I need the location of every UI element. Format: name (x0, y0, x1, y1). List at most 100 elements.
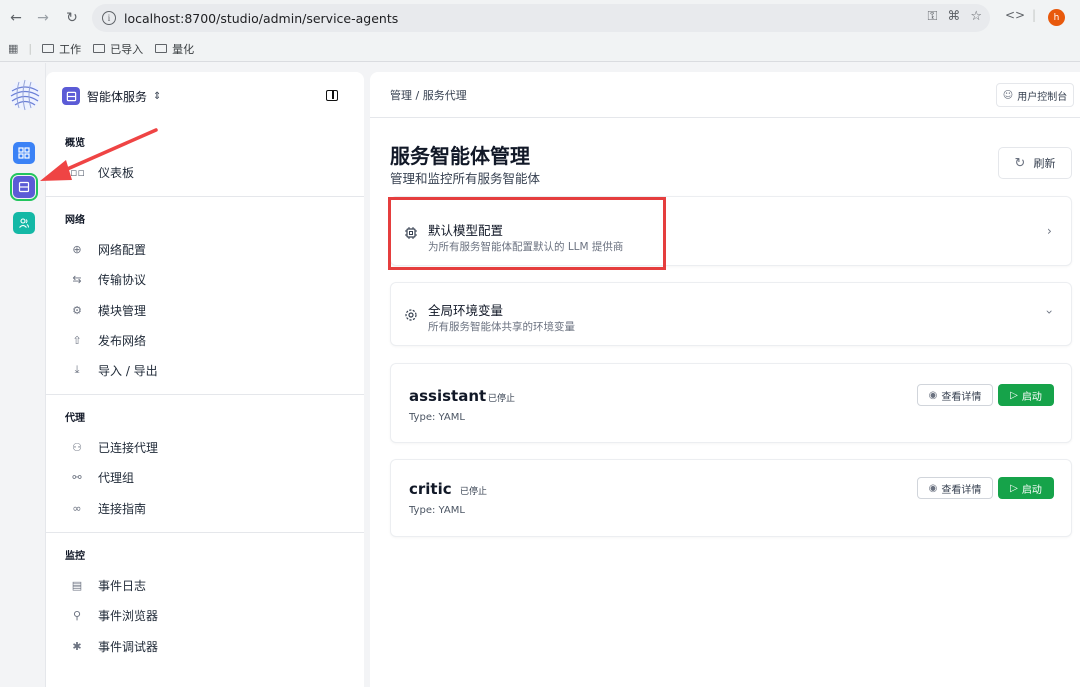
sidebar-item-label: 事件日志 (98, 578, 147, 593)
breadcrumb: 管理 / 服务代理 (390, 88, 467, 102)
folder-icon (93, 44, 106, 53)
sidebar-item-network-config[interactable]: ⊕ 网络配置 (46, 234, 364, 264)
sidebar-item-dashboard[interactable]: ▫▫ 仪表板 (46, 157, 364, 187)
sidebar-item-event-log[interactable]: ▤ 事件日志 (46, 570, 364, 600)
agent-name: assistant (409, 387, 487, 405)
sidebar-item-event-debugger[interactable]: ✱ 事件调试器 (46, 631, 364, 661)
globe-icon: ⊕ (72, 242, 82, 256)
user-console-button[interactable]: ☺ 用户控制台 (996, 83, 1074, 107)
card-description: 所有服务智能体共享的环境变量 (428, 321, 575, 333)
rail-users-button[interactable] (13, 212, 35, 234)
refresh-icon: ↻ (1014, 155, 1026, 171)
sidebar-divider (46, 196, 364, 197)
translate-icon[interactable]: ⌘ (947, 9, 960, 24)
eye-icon: ◉ (928, 389, 938, 401)
sidebar-item-modules[interactable]: ⚙ 模块管理 (46, 295, 364, 325)
url-text: localhost:8700/studio/admin/service-agen… (124, 10, 399, 26)
user-console-label: 用户控制台 (1017, 91, 1068, 103)
back-icon[interactable]: ← (4, 6, 28, 30)
chevron-down-icon[interactable]: › (1042, 310, 1056, 315)
play-icon: ▷ (1010, 389, 1018, 401)
sidebar-item-transport[interactable]: ⇆ 传输协议 (46, 264, 364, 294)
site-info-icon[interactable]: i (102, 11, 116, 25)
agent-type: Type: YAML (409, 412, 465, 423)
start-button[interactable]: ▷ 启动 (998, 384, 1054, 406)
group-icon: ⚯ (72, 470, 82, 484)
view-details-label: 查看详情 (941, 484, 982, 496)
gear-icon (405, 309, 417, 321)
bookmark-separator: | (28, 42, 33, 55)
section-title: 概览 (65, 138, 85, 149)
sidebar-item-label: 仪表板 (98, 165, 135, 180)
workspace-title: 智能体服务 (87, 89, 148, 104)
section-monitoring: 监控 (46, 547, 364, 562)
bug-icon: ✱ (72, 639, 82, 653)
sidebar-toggle-icon[interactable] (326, 90, 338, 101)
view-details-button[interactable]: ◉ 查看详情 (917, 384, 993, 406)
bookmark-star-icon[interactable]: ☆ (970, 9, 982, 24)
address-bar[interactable]: i localhost:8700/studio/admin/service-ag… (92, 4, 990, 32)
workspace-switcher[interactable]: 智能体服务 ⇕ (46, 72, 364, 120)
download-icon: ⤓ (74, 363, 80, 376)
apps-grid-icon[interactable]: ▦ (8, 42, 18, 55)
breadcrumb-bar: 管理 / 服务代理 ☺ 用户控制台 (370, 72, 1080, 118)
bookmarks-bar: ▦ | 工作 已导入 量化 (0, 36, 1080, 62)
section-agents: 代理 (46, 409, 364, 424)
extensions-code-icon[interactable]: <> (1005, 8, 1025, 22)
refresh-label: 刷新 (1033, 157, 1056, 170)
file-icon: ▤ (71, 578, 83, 592)
start-button[interactable]: ▷ 启动 (998, 477, 1054, 499)
sidebar-divider (46, 532, 364, 533)
page-subtitle: 管理和监控所有服务智能体 (390, 171, 541, 186)
sidebar-item-publish[interactable]: ⇧ 发布网络 (46, 325, 364, 355)
users-icon: ⚇ (72, 440, 82, 454)
sidebar-item-label: 模块管理 (98, 303, 147, 318)
sidebar-item-connection-guide[interactable]: ∞ 连接指南 (46, 493, 364, 523)
section-network: 网络 (46, 211, 364, 226)
app-logo-icon (10, 79, 40, 111)
server-icon (18, 181, 30, 193)
folder-icon (42, 44, 55, 53)
password-key-icon[interactable]: ⚿ (927, 9, 937, 24)
eye-icon: ◉ (928, 482, 938, 494)
folder-icon (155, 44, 168, 53)
sidebar-item-event-browser[interactable]: ⚲ 事件浏览器 (46, 600, 364, 630)
section-title: 网络 (65, 215, 85, 226)
agent-card: assistant 已停止 Type: YAML ◉ 查看详情 ▷ 启动 (390, 363, 1072, 443)
sidebar-item-connected-agents[interactable]: ⚇ 已连接代理 (46, 432, 364, 462)
bookmark-folder-work[interactable]: 工作 (42, 41, 81, 57)
sidebar-item-label: 传输协议 (98, 272, 147, 287)
rail-dashboard-button[interactable] (13, 142, 35, 164)
bookmark-folder-imported[interactable]: 已导入 (93, 41, 143, 57)
users-icon (19, 218, 29, 228)
upload-icon: ⇧ (72, 333, 82, 347)
reload-icon[interactable]: ↻ (60, 6, 84, 30)
user-icon: ☺ (1002, 89, 1014, 101)
sidebar: 智能体服务 ⇕ 概览 ▫▫ 仪表板 网络 ⊕ 网络配置 ⇆ 传输协议 ⚙ 模块管理 ⇧ 发… (46, 72, 364, 687)
chevron-right-icon: › (1047, 224, 1052, 238)
page-title: 服务智能体管理 (390, 144, 530, 168)
sidebar-item-import-export[interactable]: ⤓ 导入 / 导出 (46, 355, 364, 385)
bookmark-folder-quant[interactable]: 量化 (155, 41, 194, 57)
status-badge: 已停止 (488, 394, 516, 404)
global-env-vars-card[interactable]: 全局环境变量 所有服务智能体共享的环境变量 › (390, 282, 1072, 346)
rail-service-agents-button[interactable] (10, 173, 38, 201)
section-title: 代理 (65, 413, 85, 424)
highlight-box (388, 197, 666, 270)
dashboard-icon: ▫▫ (70, 165, 85, 179)
sidebar-item-label: 发布网络 (98, 333, 147, 348)
agent-name: critic (409, 480, 452, 498)
profile-avatar[interactable]: h (1048, 9, 1065, 26)
sidebar-item-agent-groups[interactable]: ⚯ 代理组 (46, 462, 364, 492)
card-title: 全局环境变量 (428, 303, 504, 318)
chevron-up-down-icon: ⇕ (153, 90, 162, 102)
forward-icon[interactable]: → (31, 6, 55, 30)
section-overview: 概览 (46, 134, 364, 149)
sidebar-item-label: 连接指南 (98, 501, 147, 516)
link-icon: ∞ (72, 501, 82, 515)
server-icon (62, 87, 80, 105)
sidebar-item-label: 网络配置 (98, 242, 147, 257)
refresh-button[interactable]: ↻ 刷新 (998, 147, 1072, 179)
view-details-button[interactable]: ◉ 查看详情 (917, 477, 993, 499)
gear-icon: ⚙ (72, 303, 82, 317)
